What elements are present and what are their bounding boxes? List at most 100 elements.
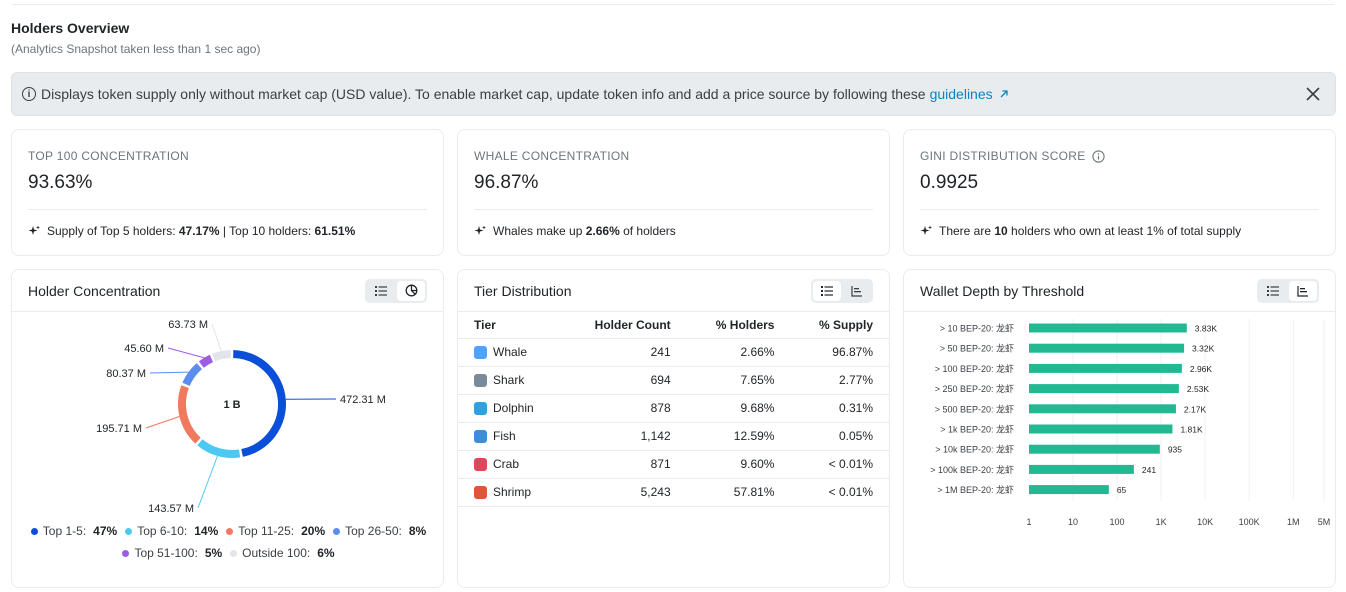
donut-slice[interactable]	[212, 350, 232, 362]
list-icon	[375, 285, 387, 296]
col-pct-supply[interactable]: % Supply	[790, 312, 889, 339]
legend-item[interactable]: Top 6-10: 14%	[125, 524, 218, 538]
top-divider	[12, 4, 1334, 5]
snapshot-subtitle: (Analytics Snapshot taken less than 1 se…	[11, 42, 261, 56]
legend-item[interactable]: Top 11-25: 20%	[226, 524, 325, 538]
wallet-depth-chart: 1 10 100 1K 10K 100K 1M 5M > 10 BEP-20: 龙虾 3.83K >…	[930, 319, 1330, 527]
legend-pct: 47%	[93, 524, 118, 538]
legend-dot	[30, 527, 38, 535]
list-view-button[interactable]	[1259, 281, 1287, 301]
table-row: Whale 241 2.66% 96.87%	[458, 338, 889, 367]
depth-bar[interactable]	[1029, 424, 1173, 434]
bar-value-label: 241	[1142, 465, 1156, 475]
market-cap-alert: i Displays token supply only without mar…	[11, 72, 1336, 116]
guidelines-link[interactable]: guidelines	[930, 86, 1009, 102]
pct-holders-cell: 12.59%	[686, 422, 791, 451]
x-tick-label: 100	[1110, 517, 1125, 527]
col-holder-count[interactable]: Holder Count	[563, 312, 687, 339]
legend-item[interactable]: Outside 100: 6%	[230, 546, 335, 560]
slice-value-label: 143.57 M	[148, 503, 194, 515]
col-pct-holders[interactable]: % Holders	[686, 312, 791, 339]
chart-view-button[interactable]	[397, 280, 425, 301]
pct-supply-cell: 96.87%	[790, 338, 889, 367]
stat-value: 0.9925	[920, 172, 979, 193]
list-view-button[interactable]	[813, 280, 841, 301]
depth-bar[interactable]	[1029, 485, 1109, 495]
holder-count-cell: 871	[563, 450, 687, 479]
depth-bar[interactable]	[1029, 323, 1187, 333]
stat-value: 93.63%	[28, 172, 93, 193]
stat-label: GINI DISTRIBUTION SCORE	[920, 149, 1319, 163]
legend-pct: 6%	[317, 546, 335, 560]
depth-bar[interactable]	[1029, 444, 1160, 454]
tier-name: Dolphin	[493, 401, 534, 415]
x-tick-label: 10	[1068, 517, 1078, 527]
slice-value-label: 195.71 M	[96, 423, 142, 435]
tier-cell: Whale	[458, 338, 563, 367]
pct-holders-cell: 2.66%	[686, 338, 791, 367]
chart-view-button[interactable]	[1289, 280, 1317, 301]
category-label: > 100 BEP-20: 龙虾	[935, 363, 1014, 374]
panel-header: Tier Distribution	[458, 270, 889, 312]
stat-footer-segment: Whales make up	[493, 224, 586, 238]
stat-label: TOP 100 CONCENTRATION	[28, 149, 189, 163]
legend-dot	[333, 527, 341, 535]
legend-item[interactable]: Top 26-50: 8%	[333, 524, 426, 538]
x-tick-label: 1K	[1156, 517, 1167, 527]
stat-value: 96.87%	[474, 172, 539, 193]
section-header: Holders Overview (Analytics Snapshot tak…	[11, 20, 260, 56]
depth-bar[interactable]	[1029, 384, 1179, 394]
donut-slice[interactable]	[182, 363, 203, 387]
close-icon[interactable]	[1301, 82, 1325, 106]
info-icon[interactable]	[1091, 149, 1105, 163]
stat-footer: Whales make up 2.66% of holders	[474, 224, 873, 238]
panel-title: Wallet Depth by Threshold	[920, 282, 1085, 299]
category-label: > 50 BEP-20: 龙虾	[940, 343, 1014, 354]
divider	[474, 209, 873, 210]
donut-slice[interactable]	[197, 439, 241, 458]
tier-name: Shrimp	[493, 485, 532, 499]
holder-count-cell: 1,142	[563, 422, 687, 451]
depth-bar[interactable]	[1029, 363, 1182, 373]
stat-footer: Supply of Top 5 holders: 47.17% | Top 10…	[28, 224, 427, 238]
x-tick-label: 1	[1026, 517, 1031, 527]
pct-holders-cell: 57.81%	[686, 478, 791, 507]
donut-slice[interactable]	[178, 385, 201, 444]
legend-item[interactable]: Top 51-100: 5%	[122, 546, 222, 560]
donut-slice[interactable]	[198, 354, 214, 368]
list-view-button[interactable]	[367, 281, 395, 301]
depth-bar[interactable]	[1029, 464, 1134, 474]
stat-footer: There are 10 holders who own at least 1%…	[920, 224, 1319, 238]
category-label: > 100k BEP-20: 龙虾	[930, 464, 1014, 475]
stat-footer-text: Whales make up 2.66% of holders	[493, 224, 676, 238]
tier-name: Whale	[493, 345, 528, 359]
bar-chart-icon	[1297, 285, 1308, 297]
stat-footer-text: There are 10 holders who own at least 1%…	[939, 224, 1241, 238]
legend-dot	[122, 549, 130, 557]
stat-footer-segment: Supply of Top 5 holders:	[47, 224, 179, 238]
col-tier[interactable]: Tier	[458, 312, 563, 339]
depth-bar[interactable]	[1029, 404, 1176, 414]
tier-distribution-panel: Tier Distribution Tier Holder Count % Ho…	[457, 269, 890, 588]
category-label: > 10k BEP-20: 龙虾	[935, 444, 1014, 455]
depth-bar[interactable]	[1029, 343, 1185, 353]
pct-supply-cell: 0.31%	[790, 394, 889, 423]
chart-view-button[interactable]	[843, 281, 871, 301]
tier-cell: Shrimp	[458, 478, 563, 507]
leader-line	[197, 455, 218, 509]
sparkle-icon	[474, 225, 486, 235]
bar-value-label: 2.96K	[1190, 364, 1213, 374]
legend-item[interactable]: Top 1-5: 47%	[30, 524, 118, 538]
legend-dot	[226, 527, 234, 535]
fish-icon	[474, 429, 487, 443]
sparkle-icon	[920, 225, 932, 235]
legend-label: Top 26-50:	[345, 524, 402, 538]
bar-value-label: 3.32K	[1192, 344, 1215, 354]
tier-cell: Fish	[458, 422, 563, 451]
category-label: > 10 BEP-20: 龙虾	[940, 323, 1014, 334]
bar-value-label: 1.81K	[1180, 425, 1203, 435]
tier-cell: Shark	[458, 366, 563, 395]
x-tick-label: 10K	[1197, 517, 1213, 527]
table-row: Shrimp 5,243 57.81% < 0.01%	[458, 478, 889, 507]
x-tick-label: 100K	[1239, 517, 1260, 527]
